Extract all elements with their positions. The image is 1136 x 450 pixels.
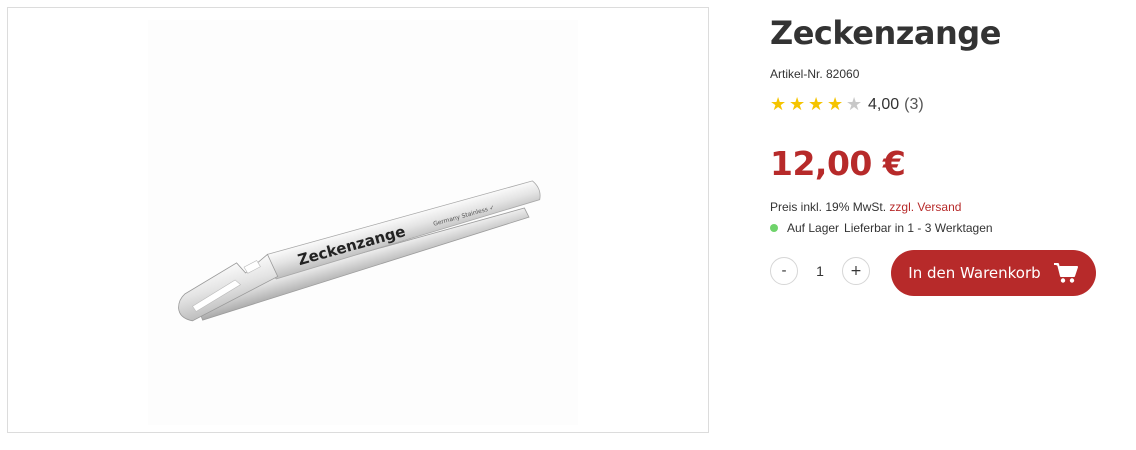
star-filled-icon: ★ <box>827 94 844 115</box>
product-rating[interactable]: ★ ★ ★ ★ ★ 4,00 (3) <box>770 95 924 115</box>
star-filled-icon: ★ <box>808 94 825 115</box>
rating-stars: ★ ★ ★ ★ ★ <box>770 95 865 115</box>
product-price: 12,00 € <box>770 144 906 183</box>
article-number: Artikel-Nr. 82060 <box>770 67 860 81</box>
shipping-link[interactable]: zzgl. Versand <box>889 200 961 214</box>
add-to-cart-button[interactable]: In den Warenkorb <box>891 250 1096 296</box>
tax-text: Preis inkl. 19% MwSt. <box>770 200 887 214</box>
shopping-cart-icon <box>1053 262 1079 284</box>
star-filled-icon: ★ <box>789 94 806 115</box>
product-gallery: Zeckenzange Germany Stainless ✓ <box>7 7 709 433</box>
product-image-frame: Zeckenzange Germany Stainless ✓ <box>148 20 578 425</box>
star-empty-icon: ★ <box>846 94 863 115</box>
stock-status: Auf Lager <box>787 221 840 235</box>
quantity-decrease-button[interactable]: - <box>770 257 798 285</box>
product-image[interactable]: Zeckenzange Germany Stainless ✓ <box>148 20 578 425</box>
product-title: Zeckenzange <box>770 14 1001 52</box>
quantity-input[interactable] <box>798 257 842 285</box>
rating-count[interactable]: (3) <box>904 96 924 114</box>
stock-info: Auf Lager Lieferbar in 1 - 3 Werktagen <box>770 221 993 235</box>
quantity-increase-button[interactable]: + <box>842 257 870 285</box>
delivery-time: Lieferbar in 1 - 3 Werktagen <box>844 221 993 235</box>
quantity-stepper: - + <box>770 257 870 285</box>
rating-value: 4,00 <box>868 96 900 113</box>
star-filled-icon: ★ <box>770 94 787 115</box>
add-to-cart-label: In den Warenkorb <box>908 264 1041 282</box>
tax-info: Preis inkl. 19% MwSt. zzgl. Versand <box>770 200 961 214</box>
stock-indicator-dot <box>770 224 778 232</box>
